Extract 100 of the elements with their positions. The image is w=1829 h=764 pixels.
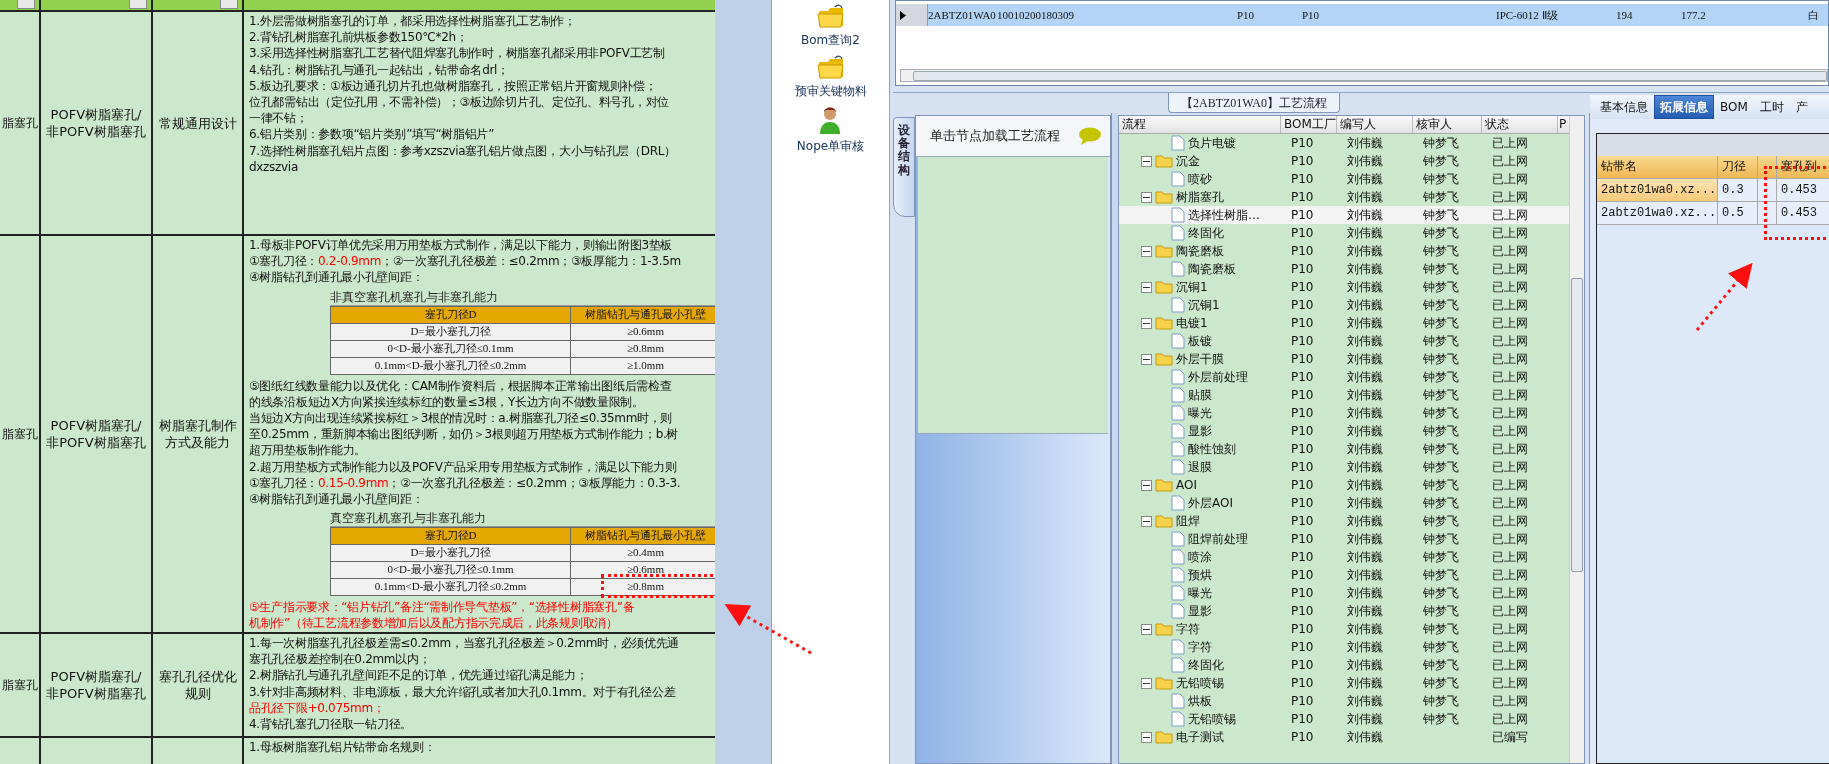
- plant-text: P10: [1290, 261, 1315, 278]
- document-icon: [1171, 603, 1185, 619]
- plant-text: P10: [1290, 459, 1315, 476]
- tree-row[interactable]: 阻焊前处理 P10 刘伟巍 钟梦飞 已上网: [1119, 530, 1569, 548]
- status-text: 已上网: [1491, 603, 1529, 620]
- column-header[interactable]: BOM工厂: [1281, 116, 1337, 133]
- collapse-toggle[interactable]: [1141, 731, 1152, 743]
- filter-dropdown[interactable]: [220, 0, 238, 9]
- tree-row[interactable]: 曝光 P10 刘伟巍 钟梦飞 已上网: [1119, 584, 1569, 602]
- rule-text: 至0.25mm，重新脚本输出图纸判断，如仍＞3根则超万用垫板方式制作能力；b.树: [249, 426, 680, 443]
- rule-text: 4.背钻孔塞孔刀径取一钻刀径。: [249, 716, 413, 733]
- tree-row[interactable]: 板镀 P10 刘伟巍 钟梦飞 已上网: [1119, 332, 1569, 350]
- collapse-toggle[interactable]: [1141, 245, 1152, 257]
- tree-row[interactable]: 树脂塞孔 P10 刘伟巍 钟梦飞 已上网: [1119, 188, 1569, 206]
- tree-row[interactable]: 沉铜1 P10 刘伟巍 钟梦飞 已上网: [1119, 296, 1569, 314]
- tree-row[interactable]: 喷砂 P10 刘伟巍 钟梦飞 已上网: [1119, 170, 1569, 188]
- tree-row[interactable]: 陶瓷磨板 P10 刘伟巍 钟梦飞 已上网: [1119, 242, 1569, 260]
- collapse-toggle[interactable]: [1141, 479, 1152, 491]
- plant-text: P10: [1290, 279, 1315, 296]
- tree-row[interactable]: 阻焊 P10 刘伟巍 钟梦飞 已上网: [1119, 512, 1569, 530]
- drill-row[interactable]: 2abtz01wa0.xz... 0.3 0.453: [1597, 179, 1829, 202]
- tree-row[interactable]: AOI P10 刘伟巍 钟梦飞 已上网: [1119, 476, 1569, 494]
- table-cell: D=最小塞孔刀径: [330, 544, 571, 563]
- tree-row[interactable]: 陶瓷磨板 P10 刘伟巍 钟梦飞 已上网: [1119, 260, 1569, 278]
- tree-row[interactable]: 负片电镀 P10 刘伟巍 钟梦飞 已上网: [1119, 134, 1569, 152]
- tree-row[interactable]: 外层前处理 P10 刘伟巍 钟梦飞 已上网: [1119, 368, 1569, 386]
- tab[interactable]: 产: [1789, 95, 1814, 119]
- tree-row[interactable]: 烘板 P10 刘伟巍 钟梦飞 已上网: [1119, 692, 1569, 710]
- column-header[interactable]: 流程: [1119, 116, 1281, 133]
- side-tab[interactable]: 设备结构: [893, 117, 915, 217]
- tree-row[interactable]: 电子测试 P10 刘伟巍 已编写: [1119, 728, 1569, 746]
- rule-text: 塞孔孔径极差控制在0.2mm以内；: [249, 651, 432, 668]
- tree-row[interactable]: 终固化 P10 刘伟巍 钟梦飞 已上网: [1119, 656, 1569, 674]
- plant-text: P10: [1290, 153, 1315, 170]
- reviewer-text: 钟梦飞: [1422, 549, 1460, 566]
- status-text: 已上网: [1491, 351, 1529, 368]
- rule-text: 7.选择性树脂塞孔铝片点图：参考xzszvia塞孔铝片做点图，大小与钻孔层（DRL）: [249, 142, 677, 159]
- horizontal-scrollbar[interactable]: [900, 69, 1828, 82]
- column-header[interactable]: 编写人: [1337, 116, 1413, 133]
- collapse-toggle[interactable]: [1141, 281, 1152, 293]
- plant-text: P10: [1290, 207, 1315, 224]
- step-name: 外层前处理: [1188, 368, 1248, 386]
- column-header[interactable]: 刀径: [1718, 156, 1758, 179]
- folder-icon: [1155, 244, 1173, 258]
- status-text: 已上网: [1491, 711, 1529, 728]
- collapse-toggle[interactable]: [1141, 191, 1152, 203]
- reviewer-text: 钟梦飞: [1422, 495, 1460, 512]
- column-header[interactable]: P: [1558, 116, 1569, 133]
- tab[interactable]: 拓展信息: [1654, 95, 1714, 119]
- tree-row[interactable]: 字符 P10 刘伟巍 钟梦飞 已上网: [1119, 638, 1569, 656]
- plant-text: P10: [1290, 657, 1315, 674]
- tree-row[interactable]: 选择性树脂… P10 刘伟巍 钟梦飞 已上网: [1119, 206, 1569, 224]
- tree-row[interactable]: 电镀1 P10 刘伟巍 钟梦飞 已上网: [1119, 314, 1569, 332]
- tree-row[interactable]: 外层AOI P10 刘伟巍 钟梦飞 已上网: [1119, 494, 1569, 512]
- tree-row[interactable]: 退膜 P10 刘伟巍 钟梦飞 已上网: [1119, 458, 1569, 476]
- launcher-label[interactable]: Nope单审核: [796, 138, 865, 155]
- filter-dropdown[interactable]: [129, 0, 147, 9]
- tree-row[interactable]: 显影 P10 刘伟巍 钟梦飞 已上网: [1119, 602, 1569, 620]
- column-header[interactable]: 核审人: [1413, 116, 1482, 133]
- collapse-toggle[interactable]: [1141, 155, 1152, 167]
- tree-row[interactable]: 沉铜1 P10 刘伟巍 钟梦飞 已上网: [1119, 278, 1569, 296]
- tree-row[interactable]: 无铅喷锡 P10 刘伟巍 钟梦飞 已上网: [1119, 674, 1569, 692]
- type-text: POFV树脂塞孔/非POFV树脂塞孔: [45, 106, 147, 140]
- filter-dropdown[interactable]: [17, 0, 35, 9]
- topic-text: 常规通用设计: [158, 114, 237, 132]
- tree-row[interactable]: 沉金 P10 刘伟巍 钟梦飞 已上网: [1119, 152, 1569, 170]
- tree-row[interactable]: 喷涂 P10 刘伟巍 钟梦飞 已上网: [1119, 548, 1569, 566]
- tree-row[interactable]: 显影 P10 刘伟巍 钟梦飞 已上网: [1119, 422, 1569, 440]
- tab[interactable]: 基本信息: [1594, 95, 1654, 119]
- writer-text: 刘伟巍: [1346, 513, 1384, 530]
- launcher-label[interactable]: Bom查询2: [801, 32, 860, 49]
- rule-text: 机制作”（待工艺流程参数增加后以及配方指示完成后，此条规则取消）: [249, 615, 619, 632]
- tree-row[interactable]: 无铅喷锡 P10 刘伟巍 钟梦飞 已上网: [1119, 710, 1569, 728]
- collapse-toggle[interactable]: [1141, 623, 1152, 635]
- tree-row[interactable]: 酸性蚀刻 P10 刘伟巍 钟梦飞 已上网: [1119, 440, 1569, 458]
- tree-row[interactable]: 预烘 P10 刘伟巍 钟梦飞 已上网: [1119, 566, 1569, 584]
- launcher-label[interactable]: 预审关键物料: [794, 83, 867, 100]
- column-header[interactable]: 钻带名: [1597, 156, 1718, 179]
- document-icon: [1171, 495, 1185, 511]
- step-name: 显影: [1188, 422, 1212, 440]
- tab[interactable]: 工时: [1753, 95, 1790, 119]
- tree-row[interactable]: 曝光 P10 刘伟巍 钟梦飞 已上网: [1119, 404, 1569, 422]
- collapse-toggle[interactable]: [1141, 515, 1152, 527]
- rule-text: ⑤生产指示要求：“铝片钻孔”备注“需制作导气垫板”，“选择性树脂塞孔”备: [249, 599, 636, 616]
- tree-row[interactable]: 终固化 P10 刘伟巍 钟梦飞 已上网: [1119, 224, 1569, 242]
- process-tab[interactable]: 【2ABTZ01WA0】工艺流程: [1168, 93, 1340, 113]
- collapse-toggle[interactable]: [1141, 317, 1152, 329]
- document-icon: [1171, 549, 1185, 565]
- reviewer-text: 钟梦飞: [1422, 585, 1460, 602]
- tree-row[interactable]: 外层干膜 P10 刘伟巍 钟梦飞 已上网: [1119, 350, 1569, 368]
- collapse-toggle[interactable]: [1141, 353, 1152, 365]
- step-name: 沉金: [1176, 152, 1200, 170]
- drill-row[interactable]: 2abtz01wa0.xz... 0.5 0.453: [1597, 202, 1829, 225]
- collapse-toggle[interactable]: [1141, 677, 1152, 689]
- tree-row[interactable]: 字符 P10 刘伟巍 钟梦飞 已上网: [1119, 620, 1569, 638]
- tree-row[interactable]: 贴膜 P10 刘伟巍 钟梦飞 已上网: [1119, 386, 1569, 404]
- order-row[interactable]: 2ABTZ01WA010010200180309 P10 P10 IPC-6012 Ⅱ级 194 177.2 白: [896, 4, 1828, 26]
- tab[interactable]: BOM: [1714, 95, 1754, 119]
- vertical-scrollbar[interactable]: [1569, 116, 1584, 763]
- column-header[interactable]: 状态: [1482, 116, 1558, 133]
